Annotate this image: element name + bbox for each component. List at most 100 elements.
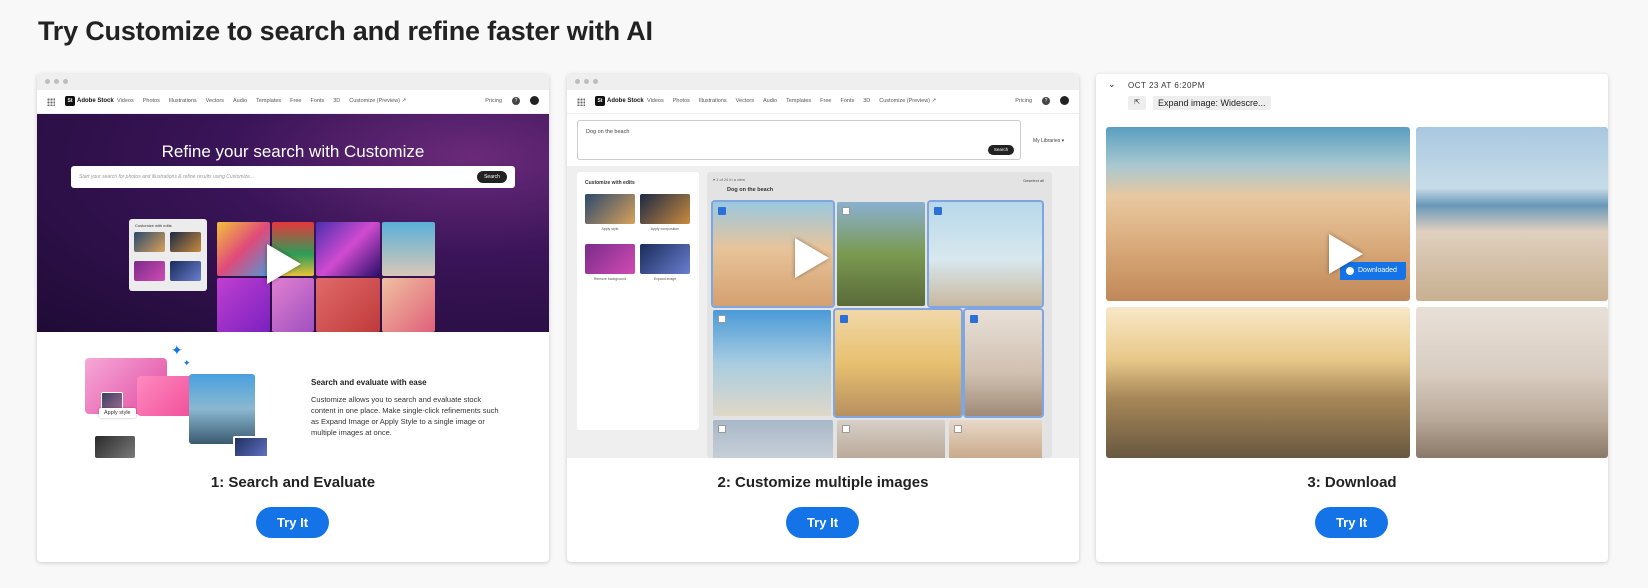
checkbox-icon [718,315,726,323]
result-image [1416,307,1608,458]
collage-tile [316,278,380,332]
art-pink-tile [137,376,195,416]
collage-tile [272,278,315,332]
checkbox-icon [842,425,850,433]
search-box: Dog on the beach Search [577,120,1021,160]
nav-link: Videos [117,98,134,104]
hero-title: Refine your search with Customize [161,142,425,161]
art-thumb-tile [95,436,135,458]
checkbox-checked-icon [840,315,848,323]
nav-link: Audio [233,98,248,104]
video-preview[interactable]: ⌄ OCT 23 AT 6:20PM ⇱ Expand image: Wides… [1096,74,1608,458]
nav-link: Free [820,98,832,104]
edit-thumb [640,194,690,224]
try-it-button[interactable]: Try It [786,507,859,538]
collage-tile [382,222,435,276]
history-header: ⌄ OCT 23 AT 6:20PM ⇱ Expand image: Wides… [1096,74,1608,120]
customize-panel-title: Customize with edits [135,223,172,228]
edit-chip: Expand image: Widescre... [1153,96,1271,110]
edit-label: Expand image [653,277,677,281]
results-meta: ▾ 1 of 24 in a view [713,177,746,182]
art-landscape-tile [189,374,255,444]
edit-thumb [585,244,635,274]
customize-panel: Customize with edits [129,219,207,291]
nav-pricing: Pricing [1015,97,1032,104]
nav-link: Illustrations [168,98,197,104]
results-area: Customize with edits Apply style Apply c… [567,166,1079,458]
nav-link: Free [290,98,302,104]
result-image [837,420,945,458]
expand-icon: ⇱ [1128,96,1146,110]
hero-banner: Refine your search with Customize Start … [37,114,549,332]
help-icon: ? [1042,96,1050,105]
adobe-stock-logo: St [595,96,605,106]
search-button: Search [988,145,1014,155]
avatar [530,96,539,105]
nav-link: Illustrations [698,98,727,104]
feature-description: Customize allows you to search and evalu… [311,395,499,437]
card-title: 3: Download [1307,474,1397,491]
app-grid-icon [577,98,585,106]
nav-link: Fonts [310,98,325,104]
results-title: Dog on the beach [727,187,774,193]
thumb-image [134,232,165,252]
hero-search-button: Search [477,171,507,183]
result-image [713,310,831,416]
nav-link: Customize (Preview) ↗ [349,98,407,104]
edits-title: Customize with edits [585,180,635,186]
timestamp: OCT 23 AT 6:20PM [1128,81,1205,90]
checkbox-icon [954,425,962,433]
apply-style-chip: Apply style [99,408,136,418]
hero-collage [217,222,435,332]
play-icon[interactable] [1329,234,1363,274]
play-icon[interactable] [267,244,301,284]
result-image [713,420,833,458]
card-customize-multiple-images: St Adobe Stock Videos Photos Illustratio… [567,74,1079,562]
nav-link: Photos [672,98,690,104]
nav-pricing: Pricing [485,97,502,104]
video-preview[interactable]: St Adobe Stock Videos Photos Illustratio… [37,74,549,458]
window-bar [37,74,549,90]
thumb-image [134,261,165,281]
nav-link: 3D [333,98,341,104]
edit-label: Remove background [593,277,627,281]
collage-tile [382,278,435,332]
result-image [1416,127,1608,301]
checkbox-icon [842,207,850,215]
mini-navbar: St Adobe Stock Videos Photos Illustratio… [37,90,549,114]
nav-link: Vectors [735,98,755,104]
edit-thumb [640,244,690,274]
nav-links: Videos Photos Illustrations Vectors Audi… [647,98,936,104]
nav-link: Templates [256,98,282,104]
window-dots-icon [45,79,68,84]
nav-link: Photos [142,98,160,104]
nav-right: Pricing ? [1015,96,1069,105]
try-it-button[interactable]: Try It [256,507,329,538]
feature-title: Search and evaluate with ease [311,378,427,387]
collage-tile [217,278,270,332]
result-image [963,308,1044,418]
deselect-all: Deselect all [1023,178,1044,183]
checkbox-icon [718,425,726,433]
thumb-image [170,261,201,281]
try-it-button[interactable]: Try It [1315,507,1388,538]
checkbox-checked-icon [718,207,726,215]
play-icon[interactable] [795,238,829,278]
nav-links: Videos Photos Illustrations Vectors Audi… [117,98,406,104]
help-icon: ? [512,96,520,105]
video-preview[interactable]: St Adobe Stock Videos Photos Illustratio… [567,74,1079,458]
nav-link: Templates [786,98,812,104]
card-title: 1: Search and Evaluate [210,474,376,491]
adobe-stock-logo: St [65,96,75,106]
checkbox-checked-icon [970,315,978,323]
result-image [927,200,1044,308]
nav-link: Fonts [840,98,855,104]
sparkle-icon: ✦ [171,342,183,358]
hero-search-placeholder: Start your search for photos and illustr… [79,174,255,180]
nav-link: Customize (Preview) ↗ [879,98,937,104]
edit-label: Apply composition [650,227,680,231]
chevron-down-icon: ⌄ [1108,79,1116,89]
nav-link: Videos [647,98,664,104]
result-image [837,202,925,306]
result-image [1106,307,1410,458]
